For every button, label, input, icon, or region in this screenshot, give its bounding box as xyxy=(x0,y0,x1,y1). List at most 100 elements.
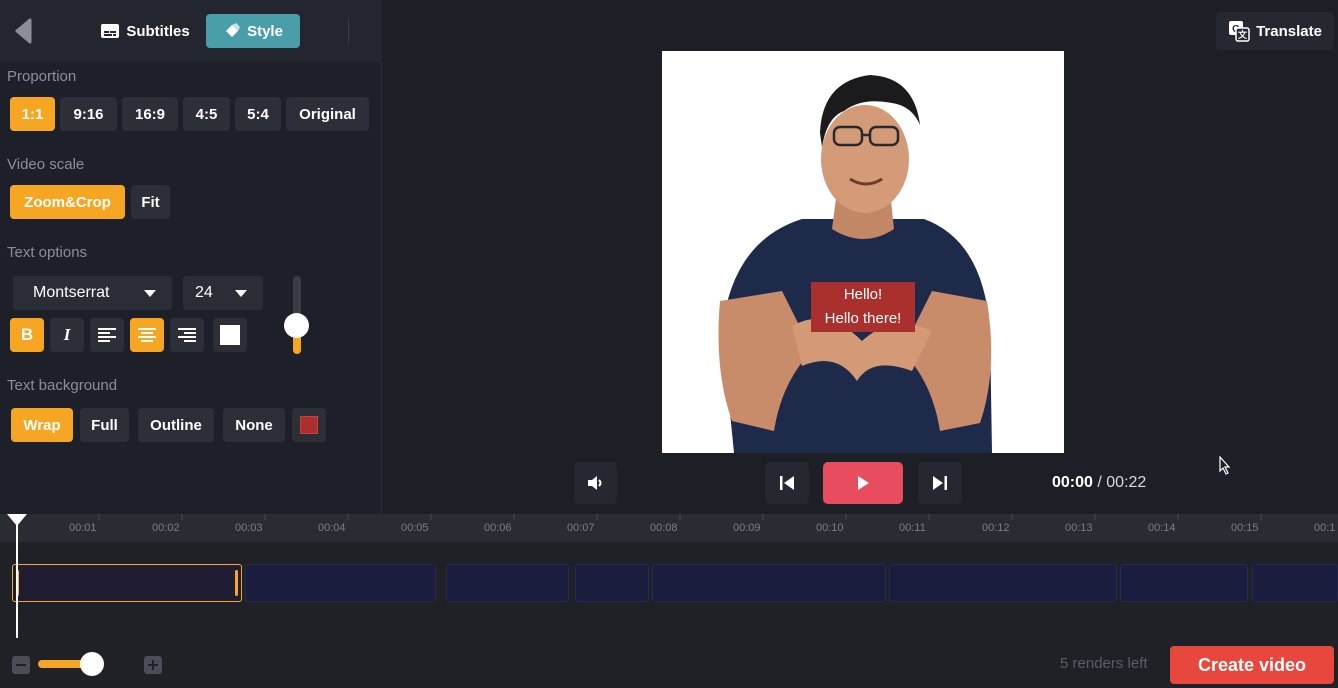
subtitle-clip[interactable] xyxy=(652,564,886,602)
background-outline-button[interactable]: Outline xyxy=(138,408,214,442)
mouse-cursor-icon xyxy=(1219,456,1231,475)
subtitles-icon xyxy=(101,24,120,38)
playhead-handle[interactable] xyxy=(7,514,27,526)
time-display: 00:00 / 00:22 xyxy=(1052,474,1146,492)
time-separator: / xyxy=(1097,474,1102,491)
minus-icon xyxy=(16,664,26,666)
video-scale-label: Video scale xyxy=(7,156,85,173)
proportion-9-16-button[interactable]: 9:16 xyxy=(60,97,117,131)
skip-next-icon xyxy=(933,476,947,490)
chevron-down-icon xyxy=(144,290,156,297)
svg-text:文: 文 xyxy=(1237,29,1248,40)
tab-subtitles-label: Subtitles xyxy=(126,22,190,40)
tick-label: 00:06 xyxy=(484,522,512,534)
playhead-line[interactable] xyxy=(16,518,18,638)
proportion-label: Proportion xyxy=(7,68,77,85)
font-select-value: Montserrat xyxy=(33,284,110,301)
presenter-image xyxy=(718,75,992,453)
text-options-label: Text options xyxy=(7,244,88,261)
zoom-crop-button[interactable]: Zoom&Crop xyxy=(10,185,125,219)
tick-label: 00:01 xyxy=(69,522,97,534)
proportion-4-5-button[interactable]: 4:5 xyxy=(183,97,230,131)
tab-subtitles[interactable]: Subtitles xyxy=(90,14,200,48)
create-video-button[interactable]: Create video xyxy=(1170,646,1334,684)
background-none-button[interactable]: None xyxy=(223,408,285,442)
tick-label: 00:04 xyxy=(318,522,346,534)
timeline-ruler[interactable]: 00:01 00:02 00:03 00:04 00:05 00:06 00:0… xyxy=(0,514,1338,542)
font-select[interactable]: Montserrat xyxy=(13,276,172,310)
back-arrow-icon[interactable] xyxy=(12,18,34,44)
subtitle-clip[interactable] xyxy=(889,564,1117,602)
subtitle-clip[interactable] xyxy=(1252,564,1338,602)
subtitle-clip[interactable] xyxy=(446,564,569,602)
italic-button[interactable]: I xyxy=(50,318,84,352)
subtitle-track xyxy=(0,542,1338,642)
tick-label: 00:10 xyxy=(816,522,844,534)
text-color-swatch xyxy=(220,325,240,345)
plus-icon xyxy=(148,660,158,670)
subtitle-clip[interactable] xyxy=(245,564,436,602)
tick-label: 00:11 xyxy=(899,522,926,534)
tick-label: 00:12 xyxy=(982,522,1010,534)
tick-label: 00:05 xyxy=(401,522,429,534)
play-icon xyxy=(858,476,869,490)
zoom-in-button[interactable] xyxy=(144,656,162,674)
chevron-down-icon xyxy=(235,290,247,297)
tick-label: 00:15 xyxy=(1231,522,1259,534)
tick-label: 00:03 xyxy=(235,522,263,534)
translate-icon: G 文 xyxy=(1229,21,1250,42)
background-wrap-button[interactable]: Wrap xyxy=(11,408,73,442)
translate-button[interactable]: G 文 Translate xyxy=(1216,12,1334,50)
opacity-slider-knob[interactable] xyxy=(284,313,309,338)
text-color-button[interactable] xyxy=(213,318,247,352)
current-time: 00:00 xyxy=(1052,474,1093,491)
volume-icon xyxy=(587,476,601,490)
fit-button[interactable]: Fit xyxy=(131,185,170,219)
tick-label: 00:14 xyxy=(1148,522,1176,534)
subtitle-overlay[interactable]: Hello! Hello there! xyxy=(811,282,915,332)
background-color-button[interactable] xyxy=(292,408,326,442)
background-full-button[interactable]: Full xyxy=(80,408,129,442)
align-right-icon xyxy=(178,328,196,342)
tick-label: 00:09 xyxy=(733,522,761,534)
background-color-swatch xyxy=(300,416,318,434)
translate-label: Translate xyxy=(1256,22,1322,40)
previous-button[interactable] xyxy=(765,462,809,504)
subtitle-clip[interactable] xyxy=(1120,564,1248,602)
tab-style[interactable]: Style xyxy=(206,14,300,48)
proportion-original-button[interactable]: Original xyxy=(286,97,369,131)
proportion-16-9-button[interactable]: 16:9 xyxy=(122,97,178,131)
align-center-icon xyxy=(138,328,156,342)
subtitle-line-2: Hello there! xyxy=(824,310,902,327)
panel-topbar: Subtitles Style xyxy=(0,0,382,62)
next-button[interactable] xyxy=(918,462,962,504)
align-center-button[interactable] xyxy=(130,318,164,352)
tab-style-label: Style xyxy=(247,22,283,40)
italic-icon: I xyxy=(63,325,71,344)
align-left-button[interactable] xyxy=(90,318,124,352)
bold-button[interactable]: B xyxy=(10,318,44,352)
paint-icon xyxy=(226,23,241,37)
align-right-button[interactable] xyxy=(170,318,204,352)
subtitle-line-1: Hello! xyxy=(843,286,883,303)
play-button[interactable] xyxy=(823,462,903,504)
tick-label: 00:08 xyxy=(650,522,678,534)
skip-previous-icon xyxy=(780,476,794,490)
tick-label: 00:07 xyxy=(567,522,595,534)
size-select[interactable]: 24 xyxy=(183,276,263,310)
zoom-out-button[interactable] xyxy=(12,656,30,674)
align-left-icon xyxy=(98,328,116,342)
divider xyxy=(348,18,349,44)
volume-button[interactable] xyxy=(574,462,617,504)
tick-label: 00:1 xyxy=(1314,522,1336,534)
proportion-5-4-button[interactable]: 5:4 xyxy=(235,97,281,131)
clip-end-handle[interactable] xyxy=(235,570,238,596)
tick-label: 00:02 xyxy=(152,522,180,534)
subtitle-clip[interactable] xyxy=(575,564,649,602)
subtitle-clip-selected[interactable] xyxy=(12,564,242,602)
zoom-slider-knob[interactable] xyxy=(80,652,104,676)
proportion-1-1-button[interactable]: 1:1 xyxy=(10,97,55,131)
video-preview[interactable]: Hello! Hello there! xyxy=(662,51,1064,453)
tick-label: 00:13 xyxy=(1065,522,1093,534)
total-time: 00:22 xyxy=(1106,474,1147,491)
